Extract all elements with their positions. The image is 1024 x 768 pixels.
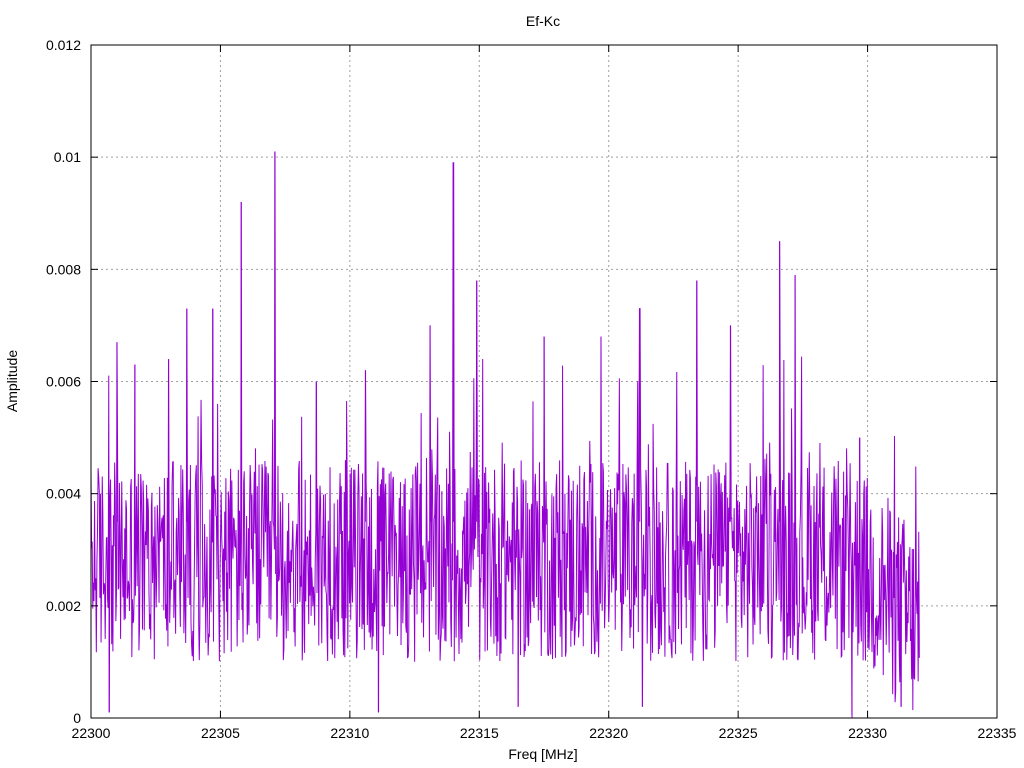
x-tick-label: 22335 (978, 725, 1017, 741)
x-tick-label: 22300 (72, 725, 111, 741)
x-tick-label: 22310 (330, 725, 369, 741)
y-tick-label: 0.006 (46, 374, 81, 390)
y-tick-label: 0.01 (54, 149, 81, 165)
x-tick-label: 22315 (460, 725, 499, 741)
chart-background (0, 0, 1024, 768)
x-tick-label: 22305 (201, 725, 240, 741)
chart: 22300 22305 22310 22315 22320 22325 22330 22335… (0, 0, 1024, 768)
chart-title: Ef-Kc (526, 13, 560, 29)
x-axis-label: Freq [MHz] (508, 746, 577, 762)
x-tick-label: 22320 (589, 725, 628, 741)
y-axis-label: Amplitude (4, 350, 20, 412)
x-tick-label: 22330 (848, 725, 887, 741)
y-tick-label: 0.008 (46, 261, 81, 277)
y-tick-label: 0.004 (46, 486, 81, 502)
x-tick-label: 22325 (719, 725, 758, 741)
y-tick-label: 0.002 (46, 598, 81, 614)
y-tick-label: 0 (73, 710, 81, 726)
y-tick-label: 0.012 (46, 37, 81, 53)
